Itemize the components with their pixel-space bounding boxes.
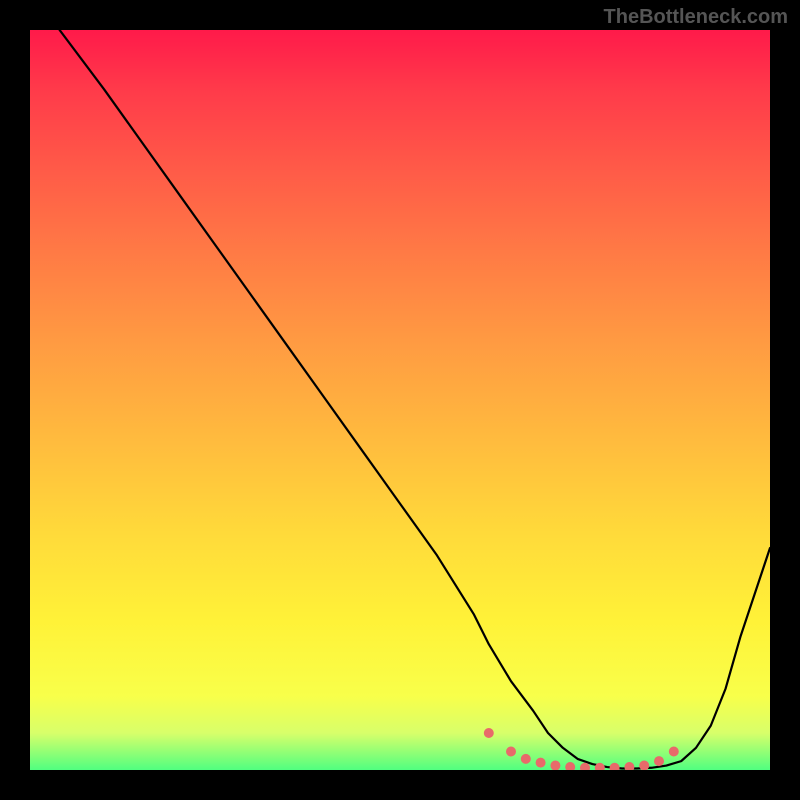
valley-dot — [610, 763, 620, 770]
valley-dot — [550, 761, 560, 770]
curve-path — [60, 30, 770, 769]
valley-dot — [624, 762, 634, 770]
valley-dots-group — [484, 728, 679, 770]
valley-dot — [521, 754, 531, 764]
chart-svg — [30, 30, 770, 770]
valley-dot — [565, 762, 575, 770]
valley-dot — [669, 747, 679, 757]
valley-dot — [484, 728, 494, 738]
valley-dot — [506, 747, 516, 757]
valley-dot — [639, 761, 649, 770]
valley-dot — [654, 756, 664, 766]
chart-plot-area — [30, 30, 770, 770]
valley-dot — [536, 758, 546, 768]
watermark-label: TheBottleneck.com — [604, 6, 788, 29]
